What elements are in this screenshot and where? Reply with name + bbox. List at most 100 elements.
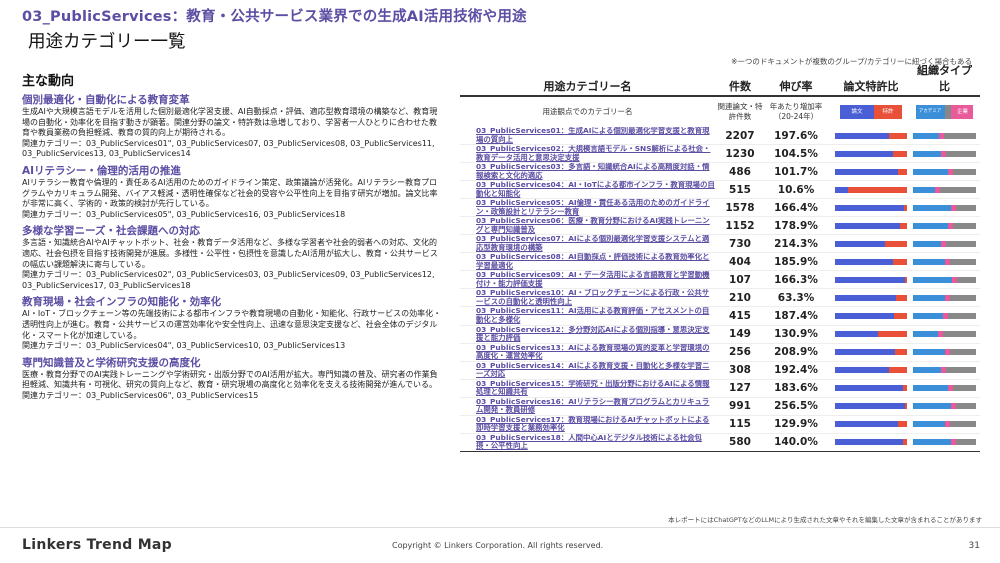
- trend-list: 個別最適化・自動化による教育変革 生成AIや大規模言語モデルを活用した個別最適化学…: [22, 93, 442, 401]
- category-growth: 166.3%: [774, 273, 818, 286]
- category-count: 1230: [725, 147, 755, 160]
- header-growth: 伸び率: [779, 80, 813, 93]
- paper-segment: [835, 186, 848, 193]
- academia-segment: [913, 150, 942, 157]
- paper-patent-bar: [835, 258, 907, 265]
- category-link[interactable]: 03_PublicServices15：学術研究・出版分野におけるAIによる情報…: [460, 380, 715, 397]
- paper-patent-bar: [835, 240, 907, 247]
- academia-segment: [913, 294, 945, 301]
- other-segment: [952, 168, 976, 175]
- category-link[interactable]: 03_PublicServices09：AI・データ活用による言語教育と学習動機…: [460, 271, 715, 288]
- org-type-bar: [913, 204, 976, 211]
- other-segment: [957, 276, 976, 283]
- category-link[interactable]: 03_PublicServices07：AIによる個別最適化学習支援システムと適…: [460, 235, 715, 252]
- section-title: 03_PublicServices：教育・公共サービス業界での生成AI活用技術や…: [22, 9, 527, 25]
- category-link[interactable]: 03_PublicServices12：多分野対応AIによる個別指導・意思決定支…: [460, 326, 715, 343]
- trend-title: AIリテラシー・倫理的活用の推進: [22, 164, 181, 177]
- org-type-bar: [913, 349, 976, 356]
- table-row: 03_PublicServices06：医療・教育分野におけるAI実践トレーニン…: [460, 217, 980, 236]
- footer-divider: [0, 527, 1000, 528]
- academia-segment: [913, 349, 945, 356]
- header-name: 用途カテゴリー名: [543, 80, 632, 93]
- category-link[interactable]: 03_PublicServices08：AI自動採点・評価技術による教育効率化と…: [460, 253, 715, 270]
- table-row: 03_PublicServices12：多分野対応AIによる個別指導・意思決定支…: [460, 326, 980, 344]
- patent-segment: [903, 439, 907, 446]
- category-count: 127: [729, 382, 751, 395]
- other-segment: [952, 385, 976, 392]
- paper-segment: [835, 312, 895, 319]
- paper-patent-bar: [835, 349, 907, 356]
- legend-paper: 論文: [840, 105, 875, 119]
- trend-body: AI・IoT・ブロックチェーン等の先端技術による都市インフラや教育現場の自動化・…: [22, 309, 442, 340]
- table-subheader: 用途観点でのカテゴリー名 関連論文・特許件数 年あたり増加率（20-24年） 論…: [460, 97, 980, 127]
- paper-patent-bar: [835, 439, 907, 446]
- ratio-legend: 論文 特許: [835, 105, 907, 119]
- patent-segment: [904, 403, 907, 410]
- academia-segment: [913, 385, 948, 392]
- academia-segment: [913, 240, 942, 247]
- patent-segment: [892, 150, 907, 157]
- category-link[interactable]: 03_PublicServices06：医療・教育分野におけるAI実践トレーニン…: [460, 217, 715, 234]
- patent-segment: [898, 421, 907, 428]
- copyright: Copyright © Linkers Corporation. All rig…: [392, 541, 604, 550]
- category-growth: 208.9%: [774, 346, 818, 359]
- subheader-name: 用途観点でのカテゴリー名: [542, 107, 633, 116]
- table-row: 03_PublicServices13：AIによる教育現場の質的変革と学習環境の…: [460, 344, 980, 362]
- trend-title: 多様な学習ニーズ・社会課題への対応: [22, 225, 200, 238]
- org-type-bar: [913, 331, 976, 338]
- category-link[interactable]: 03_PublicServices04：AI・IoTによる都市インフラ・教育現場…: [460, 181, 715, 198]
- org-type-bar: [913, 421, 976, 428]
- paper-patent-bar: [835, 276, 907, 283]
- paper-segment: [835, 367, 889, 374]
- subheader-growth: 年あたり増加率（20-24年）: [769, 102, 823, 121]
- trend-body: 医療・教育分野でのAI実践トレーニングや学術研究・出版分野でのAI活用が拡大。専…: [22, 369, 438, 390]
- table-row: 03_PublicServices05：AI倫理・責任ある活用のためのガイドライ…: [460, 199, 980, 218]
- paper-patent-bar: [835, 403, 907, 410]
- patent-segment: [899, 222, 907, 229]
- category-link[interactable]: 03_PublicServices17：教育現場におけるAIチャットボットによる…: [460, 416, 715, 433]
- org-type-bar: [913, 385, 976, 392]
- trend-related: 関連カテゴリー：03_PublicServices02", 03_PublicS…: [22, 270, 435, 290]
- org-type-bar: [913, 312, 976, 319]
- academia-segment: [913, 222, 948, 229]
- header-count: 件数: [729, 80, 751, 93]
- category-link[interactable]: 03_PublicServices18：人間中心AIとデジタル技術による社会包摂…: [460, 434, 715, 451]
- patent-segment: [847, 186, 907, 193]
- category-growth: 166.4%: [774, 201, 818, 214]
- category-link[interactable]: 03_PublicServices05：AI倫理・責任ある活用のためのガイドライ…: [460, 199, 715, 216]
- category-link[interactable]: 03_PublicServices03：多言語・知識統合AIによる高精度対話・情…: [460, 163, 715, 180]
- category-growth: 183.6%: [774, 382, 818, 395]
- category-link[interactable]: 03_PublicServices11：AI活用による教育評価・アセスメントの自…: [460, 307, 715, 324]
- category-count: 1152: [725, 219, 755, 232]
- trend-title: 個別最適化・自動化による教育変革: [22, 94, 190, 106]
- other-segment: [949, 349, 976, 356]
- brand-logo: Linkers Trend Map: [22, 537, 173, 553]
- academia-segment: [913, 132, 940, 139]
- table-row: 03_PublicServices01：生成AIによる個別最適化学習支援と教育現…: [460, 127, 980, 146]
- category-link[interactable]: 03_PublicServices16：AIリテラシー教育プログラムとカリキュラ…: [460, 398, 715, 415]
- trend-body: 生成AIや大規模言語モデルを活用した個別最適化学習支援、AI自動採点・評価、適応…: [22, 107, 438, 138]
- category-link[interactable]: 03_PublicServices13：AIによる教育現場の質的変革と学習環境の…: [460, 344, 715, 361]
- paper-segment: [835, 349, 895, 356]
- academia-segment: [913, 168, 948, 175]
- table-header: 用途カテゴリー名 件数 伸び率 論文特許比 組織タイプ比: [460, 64, 980, 94]
- other-segment: [949, 258, 976, 265]
- org-type-bar: [913, 439, 976, 446]
- patent-segment: [889, 367, 907, 374]
- category-count: 1578: [725, 201, 755, 214]
- paper-segment: [835, 294, 897, 301]
- academia-segment: [913, 403, 951, 410]
- paper-patent-bar: [835, 294, 907, 301]
- category-link[interactable]: 03_PublicServices01：生成AIによる個別最適化学習支援と教育現…: [460, 127, 715, 144]
- category-count: 149: [729, 328, 751, 341]
- org-type-bar: [913, 150, 976, 157]
- category-growth: 178.9%: [774, 219, 818, 232]
- academia-segment: [913, 439, 951, 446]
- category-link[interactable]: 03_PublicServices02：大規模言語モデル・SNS解析による社会・…: [460, 145, 715, 162]
- category-link[interactable]: 03_PublicServices10：AI・ブロックチェーンによる行政・公共サ…: [460, 289, 715, 306]
- trends-panel: 主な動向 個別最適化・自動化による教育変革 生成AIや大規模言語モデルを活用した個…: [22, 70, 442, 401]
- other-segment: [944, 132, 976, 139]
- patent-segment: [894, 349, 907, 356]
- category-link[interactable]: 03_PublicServices14：AIによる教育支援・自動化と多様な学習ニ…: [460, 362, 715, 379]
- legend-academia: アカデミア: [915, 105, 945, 119]
